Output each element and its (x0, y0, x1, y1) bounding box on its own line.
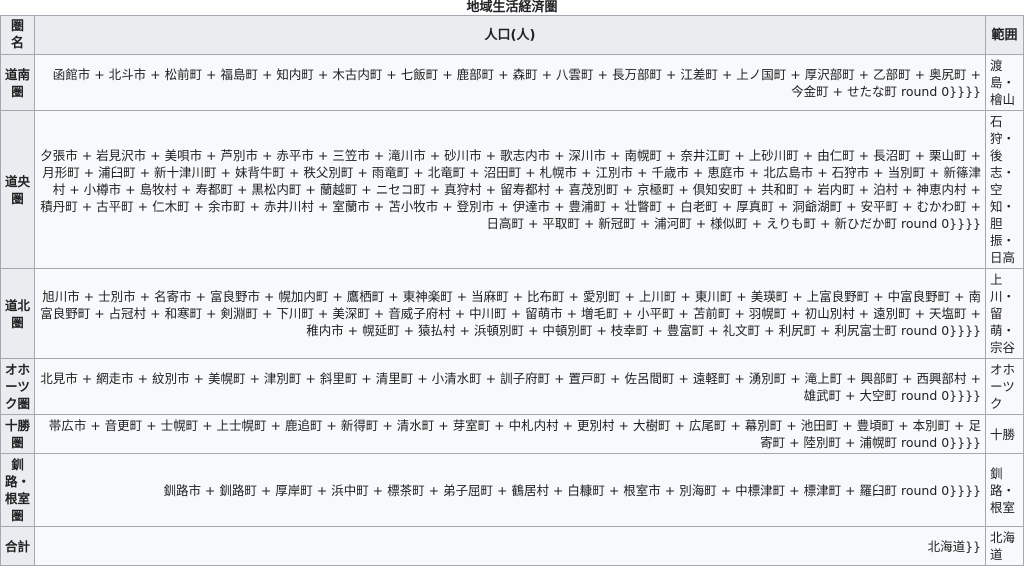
population-cell: 旭川市 + 士別市 + 名寄市 + 富良野市 + 幌加内町 + 鷹栖町 + 東神… (34, 268, 986, 359)
range-cell: オホーツク (985, 358, 1024, 415)
zone-name-cell: オホーツク圏 (0, 358, 35, 415)
table-row-total: 合計 北海道}} 北海道 (0, 526, 1024, 566)
zone-name-cell: 道央圏 (0, 110, 35, 269)
population-cell: 帯広市 + 音更町 + 士幌町 + 上士幌町 + 鹿追町 + 新得町 + 清水町… (34, 414, 986, 454)
zone-name-cell: 道北圏 (0, 268, 35, 359)
header-zone-name: 圏名 (0, 15, 35, 55)
table-row: 道央圏 夕張市 + 岩見沢市 + 美唄市 + 芦別市 + 赤平市 + 三笠市 +… (0, 110, 1024, 269)
zone-name-cell: 釧路・根室圏 (0, 453, 35, 527)
population-cell: 夕張市 + 岩見沢市 + 美唄市 + 芦別市 + 赤平市 + 三笠市 + 滝川市… (34, 110, 986, 269)
header-row: 圏名 人口(人) 範囲 (0, 15, 1024, 55)
table-row: 釧路・根室圏 釧路市 + 釧路町 + 厚岸町 + 浜中町 + 標茶町 + 弟子屈… (0, 453, 1024, 527)
range-cell: 十勝 (985, 414, 1024, 454)
zone-name-cell: 十勝圏 (0, 414, 35, 454)
range-cell: 渡島・檜山 (985, 54, 1024, 111)
population-cell: 函館市 + 北斗市 + 松前町 + 福島町 + 知内町 + 木古内町 + 七飯町… (34, 54, 986, 111)
table-row: 道南圏 函館市 + 北斗市 + 松前町 + 福島町 + 知内町 + 木古内町 +… (0, 54, 1024, 111)
economic-zone-table: 圏名 人口(人) 範囲 道南圏 函館市 + 北斗市 + 松前町 + 福島町 + … (0, 15, 1024, 566)
population-cell: 北見市 + 網走市 + 紋別市 + 美幌町 + 津別町 + 斜里町 + 清里町 … (34, 358, 986, 415)
range-cell: 石狩・後志・空知・胆振・日高 (985, 110, 1024, 269)
table-row: 道北圏 旭川市 + 士別市 + 名寄市 + 富良野市 + 幌加内町 + 鷹栖町 … (0, 268, 1024, 359)
range-cell: 北海道 (985, 526, 1024, 566)
zone-name-cell: 合計 (0, 526, 35, 566)
header-range: 範囲 (985, 15, 1024, 55)
table-caption: 地域生活経済圏 (466, 0, 558, 15)
table-row: オホーツク圏 北見市 + 網走市 + 紋別市 + 美幌町 + 津別町 + 斜里町… (0, 358, 1024, 415)
population-cell: 北海道}} (34, 526, 986, 566)
zone-name-cell: 道南圏 (0, 54, 35, 111)
header-population: 人口(人) (34, 15, 986, 55)
table-row: 十勝圏 帯広市 + 音更町 + 士幌町 + 上士幌町 + 鹿追町 + 新得町 +… (0, 414, 1024, 454)
population-cell: 釧路市 + 釧路町 + 厚岸町 + 浜中町 + 標茶町 + 弟子屈町 + 鶴居村… (34, 453, 986, 527)
range-cell: 釧路・根室 (985, 453, 1024, 527)
range-cell: 上川・留萌・宗谷 (985, 268, 1024, 359)
